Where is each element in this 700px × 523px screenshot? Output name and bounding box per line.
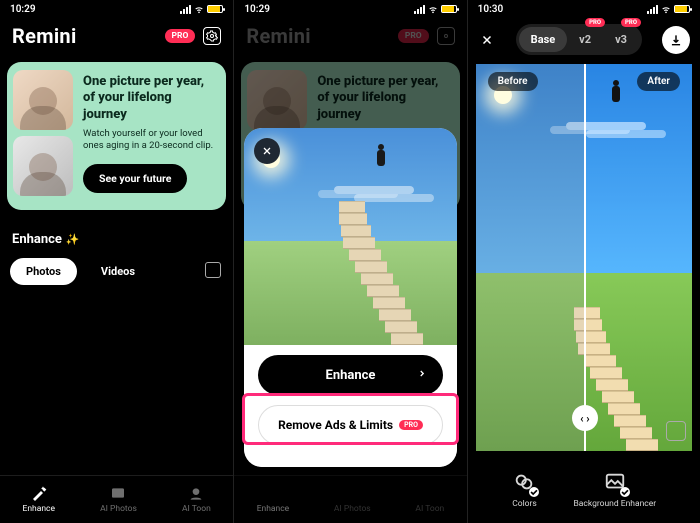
enhance-section-label: Enhance✨ — [12, 232, 80, 247]
seg-base[interactable]: Base — [519, 27, 568, 52]
compare-viewer[interactable]: Before After — [476, 64, 692, 451]
status-bar: 10:30 — [468, 0, 700, 18]
modal-actions: Enhance Remove Ads & Limits PRO — [244, 345, 456, 467]
screen-compare: 10:30 Base v2PRO v3PRO — [467, 0, 700, 523]
screen-enhance-modal: 10:29 Remini PRO One picture per year, o… — [233, 0, 466, 523]
photos-icon — [110, 485, 126, 501]
close-button[interactable] — [478, 31, 496, 49]
seg-v3[interactable]: v3PRO — [603, 27, 639, 52]
compare-top-bar: Base v2PRO v3PRO — [468, 24, 700, 55]
promo-cta-button[interactable]: See your future — [83, 164, 187, 193]
promo-subtitle: Watch yourself or your loved ones aging … — [83, 128, 216, 152]
enhance-tabs: Photos Videos — [10, 258, 151, 285]
after-label: After — [637, 72, 680, 91]
wifi-icon — [194, 4, 204, 14]
promo-title: One picture per year, of your lifelong j… — [83, 74, 216, 123]
battery-icon — [441, 5, 457, 13]
pro-badge: PRO — [585, 18, 605, 27]
chevron-right-icon — [417, 368, 427, 383]
gallery-button[interactable] — [205, 262, 221, 278]
nav-ai-toon[interactable]: AI Toon — [182, 485, 211, 514]
compare-slider[interactable] — [584, 64, 586, 451]
toon-icon — [188, 485, 204, 501]
remove-ads-button[interactable]: Remove Ads & Limits PRO — [258, 405, 442, 445]
promo-text: One picture per year, of your lifelong j… — [79, 62, 226, 210]
seg-v2[interactable]: v2PRO — [567, 27, 603, 52]
triptych-root: 10:29 Remini PRO One picture per year, o… — [0, 0, 700, 523]
tool-row: Colors Background Enhancer — [468, 455, 700, 523]
promo-card[interactable]: One picture per year, of your lifelong j… — [7, 62, 226, 210]
download-button[interactable] — [662, 26, 690, 54]
nav-enhance[interactable]: Enhance — [23, 485, 55, 514]
status-bar: 10:29 — [0, 0, 233, 18]
status-time: 10:29 — [244, 4, 270, 15]
person-graphic — [377, 150, 385, 166]
pro-badge: PRO — [399, 420, 423, 430]
before-label: Before — [488, 72, 538, 91]
screen-home: 10:29 Remini PRO One picture per year, o… — [0, 0, 233, 523]
status-bar: 10:29 — [234, 0, 466, 18]
status-icons — [180, 4, 223, 14]
status-icons — [414, 4, 457, 14]
nav-ai-photos[interactable]: AI Photos — [100, 485, 137, 514]
battery-icon — [207, 5, 223, 13]
colors-icon — [511, 469, 537, 495]
face-old — [13, 136, 73, 196]
app-name: Remini — [12, 24, 77, 48]
bookmark-button[interactable] — [666, 421, 686, 441]
battery-icon — [674, 5, 690, 13]
modal-preview-image — [244, 128, 456, 345]
status-time: 10:29 — [10, 4, 36, 15]
status-icons — [647, 4, 690, 14]
background-enhancer-icon — [602, 469, 628, 495]
enhance-button[interactable]: Enhance — [258, 355, 442, 395]
signal-icon — [180, 5, 191, 14]
sparkle-icon: ✨ — [66, 233, 80, 246]
pro-badge: PRO — [621, 18, 641, 27]
face-young — [13, 70, 73, 130]
wand-icon — [31, 485, 47, 501]
top-bar-right: PRO — [165, 27, 222, 45]
model-segment: Base v2PRO v3PRO — [516, 24, 642, 55]
enhance-modal: Enhance Remove Ads & Limits PRO — [244, 128, 456, 467]
tab-photos[interactable]: Photos — [10, 258, 77, 285]
signal-icon — [414, 5, 425, 14]
tab-videos[interactable]: Videos — [85, 258, 151, 285]
wifi-icon — [428, 4, 438, 14]
promo-faces — [7, 62, 79, 210]
top-bar: Remini PRO — [0, 24, 233, 48]
check-icon — [529, 487, 539, 497]
settings-button[interactable] — [203, 27, 221, 45]
tool-colors[interactable]: Colors — [511, 469, 537, 509]
wifi-icon — [661, 4, 671, 14]
bottom-nav: Enhance AI Photos AI Toon — [234, 475, 466, 523]
pro-badge[interactable]: PRO — [165, 29, 196, 43]
bottom-nav: Enhance AI Photos AI Toon — [0, 475, 233, 523]
check-icon — [620, 487, 630, 497]
status-time: 10:30 — [478, 4, 504, 15]
tool-background-enhancer[interactable]: Background Enhancer — [573, 469, 656, 509]
signal-icon — [647, 5, 658, 14]
